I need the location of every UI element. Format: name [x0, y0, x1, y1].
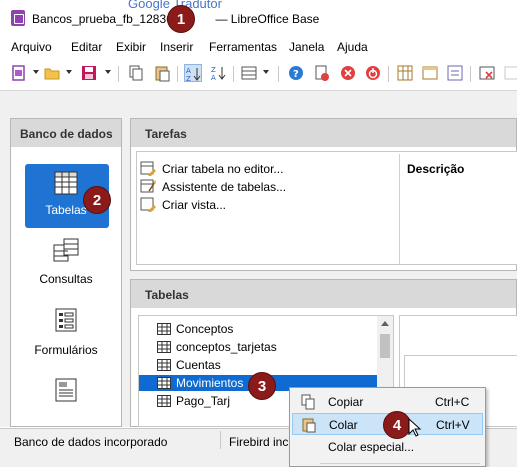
- menu-exibir[interactable]: Exibir: [116, 40, 146, 54]
- nav-item-consultas[interactable]: Consultas: [11, 237, 121, 295]
- menu-ferramentas[interactable]: Ferramentas: [209, 40, 277, 54]
- nav-label-consultas: Consultas: [39, 272, 93, 286]
- menu-inserir[interactable]: Inserir: [160, 40, 193, 54]
- copy-icon: [300, 394, 316, 410]
- menu-bar: Arquivo Editar Exibir Inserir Ferramenta…: [0, 36, 517, 58]
- menu-janela[interactable]: Janela: [289, 40, 324, 54]
- table-name: Conceptos: [176, 322, 234, 336]
- report-icon[interactable]: [446, 64, 464, 82]
- save-icon[interactable]: [80, 64, 98, 82]
- svg-text:?: ?: [293, 69, 299, 80]
- app-name: — LibreOffice Base: [215, 12, 320, 26]
- description-divider: [399, 154, 400, 264]
- menu-item-shortcut: Ctrl+V: [436, 418, 470, 432]
- table-row[interactable]: Cuentas: [139, 357, 377, 373]
- svg-text:A: A: [211, 74, 216, 82]
- task-create-view[interactable]: Criar vista...: [140, 197, 227, 213]
- menu-editar[interactable]: Editar: [71, 40, 102, 54]
- save-dropdown-icon[interactable]: [105, 70, 111, 74]
- standard-toolbar: AZ ZA ?: [0, 60, 517, 88]
- annotation-badge-4: 4: [383, 411, 411, 439]
- table-icon: [157, 341, 171, 353]
- database-panel-header: Banco de dados: [11, 119, 121, 147]
- open-icon[interactable]: [43, 64, 61, 82]
- table-icon: [157, 323, 171, 335]
- nav-item-reports[interactable]: [11, 377, 121, 417]
- close-doc-icon[interactable]: [313, 64, 331, 82]
- query-icon: [53, 237, 79, 263]
- tables-header: Tabelas: [131, 280, 516, 308]
- table-view-icon[interactable]: [240, 64, 258, 82]
- title-bar: Google Tradutor Bancos_prueba_fb_128361—…: [0, 0, 517, 34]
- new-dropdown-icon[interactable]: [33, 70, 39, 74]
- new-icon[interactable]: [10, 64, 28, 82]
- table-view-dropdown-icon[interactable]: [263, 70, 269, 74]
- tasks-list: Criar tabela no editor... Assistente de …: [136, 151, 517, 265]
- table-icon: [157, 377, 171, 389]
- help-icon[interactable]: ?: [287, 64, 305, 82]
- table-name: Cuentas: [176, 358, 221, 372]
- menu-item-label: Colar: [329, 418, 358, 432]
- wizard-icon: [140, 178, 157, 194]
- stop-icon[interactable]: [339, 64, 357, 82]
- table-row[interactable]: conceptos_tarjetas: [139, 339, 377, 355]
- table-name: Movimientos: [176, 376, 244, 390]
- annotation-badge-1: 1: [167, 5, 195, 33]
- menu-item-shortcut: Ctrl+C: [435, 395, 470, 409]
- sort-ascending-icon[interactable]: AZ: [184, 64, 202, 83]
- grid-icon[interactable]: [396, 64, 414, 82]
- paste-icon: [301, 417, 317, 433]
- database-panel: Banco de dados Tabelas Consultas Formulá…: [10, 118, 122, 427]
- nav-item-formularios[interactable]: Formulários: [11, 307, 121, 365]
- delete-icon[interactable]: [478, 64, 496, 82]
- menu-ajuda[interactable]: Ajuda: [337, 40, 368, 54]
- paste-icon[interactable]: [153, 64, 171, 82]
- task-create-table-editor[interactable]: Criar tabela no editor...: [140, 161, 284, 177]
- table-design-icon: [140, 160, 156, 177]
- menu-item-colar-especial[interactable]: Colar especial...: [292, 436, 483, 458]
- nav-label-formularios: Formulários: [34, 343, 98, 357]
- menu-separator: [320, 463, 480, 464]
- annotation-badge-2: 2: [83, 186, 111, 214]
- svg-text:A: A: [186, 67, 191, 75]
- status-database-type: Banco de dados incorporado: [14, 435, 168, 449]
- form-icon: [53, 307, 79, 333]
- task-label: Criar tabela no editor...: [162, 162, 284, 176]
- table-row[interactable]: Conceptos: [139, 321, 377, 337]
- svg-text:Z: Z: [186, 75, 191, 83]
- open-dropdown-icon[interactable]: [66, 70, 72, 74]
- table-name: conceptos_tarjetas: [176, 340, 277, 354]
- tasks-header: Tarefas: [131, 119, 516, 147]
- task-label: Criar vista...: [162, 198, 227, 212]
- description-label: Descrição: [407, 162, 465, 176]
- task-label: Assistente de tabelas...: [162, 180, 287, 194]
- power-icon[interactable]: [364, 64, 382, 82]
- table-icon: [157, 395, 171, 407]
- status-engine: Firebird inc: [229, 435, 289, 449]
- document-name: Bancos_prueba_fb_128361: [32, 12, 180, 26]
- menu-item-copiar[interactable]: Copiar Ctrl+C: [292, 391, 483, 413]
- disabled-icon: [503, 64, 517, 82]
- menu-item-label: Copiar: [328, 395, 364, 409]
- menu-arquivo[interactable]: Arquivo: [11, 40, 52, 54]
- annotation-badge-3: 3: [248, 372, 276, 400]
- scroll-up-icon[interactable]: [381, 321, 389, 326]
- sort-descending-icon[interactable]: ZA: [210, 64, 228, 82]
- tasks-panel: Tarefas Criar tabela no editor... Assist…: [130, 118, 517, 271]
- scroll-thumb[interactable]: [380, 334, 390, 358]
- libreoffice-base-icon: [11, 10, 25, 26]
- svg-text:Z: Z: [211, 66, 216, 74]
- menu-item-label: Colar especial...: [328, 440, 415, 454]
- form-icon[interactable]: [421, 64, 439, 82]
- task-table-wizard[interactable]: Assistente de tabelas...: [140, 179, 287, 194]
- view-icon: [140, 196, 156, 213]
- table-icon: [53, 170, 79, 196]
- table-icon: [157, 359, 171, 371]
- copy-icon[interactable]: [127, 64, 145, 82]
- table-name: Pago_Tarj: [176, 394, 231, 408]
- report-icon: [53, 377, 79, 403]
- mouse-cursor-icon: [408, 417, 422, 438]
